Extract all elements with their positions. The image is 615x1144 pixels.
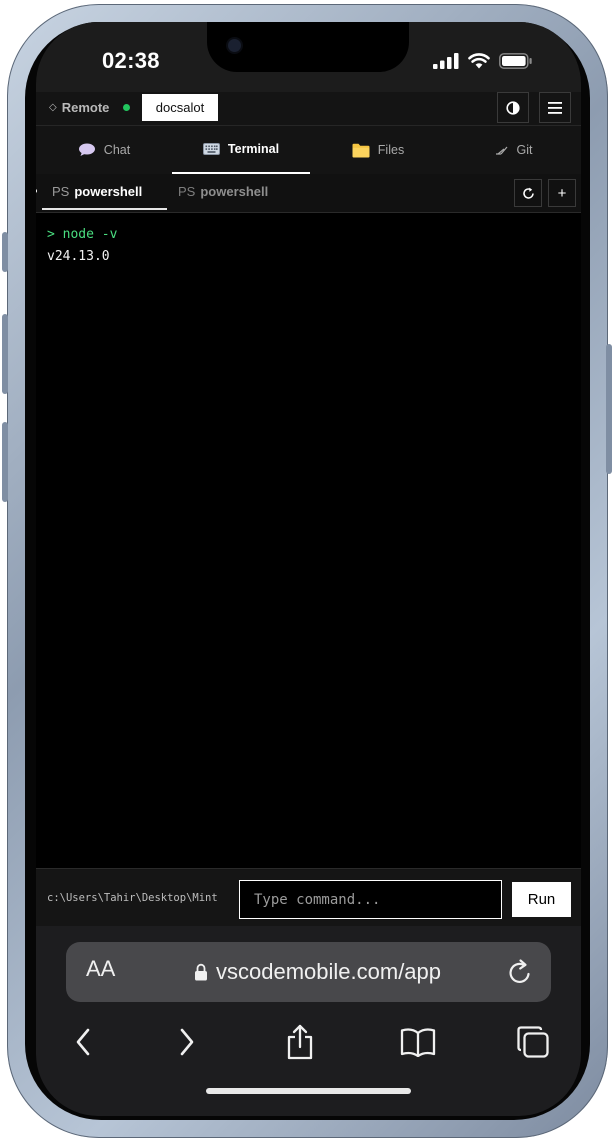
app-header: ◇ Remote docsalot xyxy=(36,92,581,126)
cellular-signal-icon xyxy=(433,53,459,69)
tab-terminal[interactable]: Terminal xyxy=(172,126,310,174)
git-branch-icon xyxy=(495,146,507,155)
active-session-dot xyxy=(36,189,37,193)
main-tab-bar: Chat Terminal Files Git xyxy=(36,126,581,175)
reader-settings-button[interactable]: AA xyxy=(86,956,115,982)
hamburger-menu-icon xyxy=(548,101,562,114)
contrast-icon xyxy=(506,100,520,115)
remote-indicator[interactable]: ◇ Remote xyxy=(49,100,131,115)
volume-up-button xyxy=(2,314,8,394)
keyboard-icon xyxy=(202,143,220,155)
terminal-session-tab-1[interactable]: PS powershell xyxy=(52,184,142,199)
project-name-button[interactable]: docsalot xyxy=(142,94,218,121)
reload-button[interactable] xyxy=(507,958,533,991)
session-prefix: PS xyxy=(52,184,70,199)
open-book-icon xyxy=(400,1028,436,1057)
browser-toolbar: AA vscodemobile.com/app xyxy=(36,926,581,1116)
url-text: vscodemobile.com/app xyxy=(216,959,442,984)
volume-down-button xyxy=(2,422,8,502)
tab-git-label: Git xyxy=(516,143,533,157)
chat-bubble-icon xyxy=(78,143,95,156)
wifi-icon xyxy=(468,53,490,69)
tab-chat-label: Chat xyxy=(103,143,131,157)
bookmarks-button[interactable] xyxy=(398,1022,438,1062)
connection-status-dot xyxy=(123,104,131,111)
tab-files[interactable]: Files xyxy=(310,126,446,174)
power-button xyxy=(606,344,612,474)
address-bar[interactable]: AA vscodemobile.com/app xyxy=(66,942,551,1002)
current-directory: c:\Users\Tahir\Desktop\Mint xyxy=(47,892,218,904)
tab-terminal-label: Terminal xyxy=(227,142,280,156)
status-bar: 02:38 xyxy=(36,22,581,92)
plus-icon: + xyxy=(557,184,567,202)
run-button[interactable]: Run xyxy=(512,882,571,917)
action-button xyxy=(2,232,8,272)
diamond-icon: ◇ xyxy=(49,102,57,113)
terminal-session-tabs: PS powershell PS powershell + xyxy=(36,174,581,213)
menu-button[interactable] xyxy=(539,92,571,123)
share-button[interactable] xyxy=(280,1022,320,1062)
tabs-button[interactable] xyxy=(513,1022,553,1062)
session-prefix: PS xyxy=(178,184,196,199)
terminal-output[interactable]: > node -v v24.13.0 xyxy=(36,213,581,868)
url-display[interactable]: vscodemobile.com/app xyxy=(194,959,441,985)
lock-icon xyxy=(195,963,207,981)
tab-git[interactable]: Git xyxy=(446,126,581,174)
status-time: 02:38 xyxy=(102,48,160,73)
status-icons xyxy=(433,53,533,69)
active-session-underline xyxy=(42,208,167,210)
browser-nav-row xyxy=(36,1022,581,1062)
screen: 02:38 ◇ Remote docsalot Chat Terminal Fi… xyxy=(36,22,581,1116)
command-input[interactable] xyxy=(239,880,502,919)
battery-icon xyxy=(499,53,532,69)
theme-toggle-button[interactable] xyxy=(497,92,529,123)
share-icon xyxy=(287,1024,313,1060)
front-camera xyxy=(228,39,241,52)
back-button[interactable] xyxy=(63,1022,103,1062)
terminal-output-line: v24.13.0 xyxy=(47,249,110,264)
refresh-icon xyxy=(522,187,534,199)
remote-label: Remote xyxy=(61,100,110,115)
terminal-command-line: > node -v xyxy=(47,227,118,242)
session-name: powershell xyxy=(74,184,143,199)
tab-files-label: Files xyxy=(377,143,405,157)
reload-icon xyxy=(509,959,530,983)
command-bar: c:\Users\Tahir\Desktop\Mint Run xyxy=(36,868,581,927)
tab-chat[interactable]: Chat xyxy=(36,126,172,174)
terminal-session-tab-2[interactable]: PS powershell xyxy=(178,184,268,199)
chevron-left-icon xyxy=(76,1028,90,1056)
home-indicator xyxy=(206,1088,411,1094)
forward-button[interactable] xyxy=(167,1022,207,1062)
session-name: powershell xyxy=(200,184,269,199)
tabs-overview-icon xyxy=(517,1026,549,1058)
new-terminal-button[interactable]: + xyxy=(548,179,576,207)
chevron-right-icon xyxy=(180,1028,194,1056)
folder-icon xyxy=(352,143,370,157)
restart-terminal-button[interactable] xyxy=(514,179,542,207)
